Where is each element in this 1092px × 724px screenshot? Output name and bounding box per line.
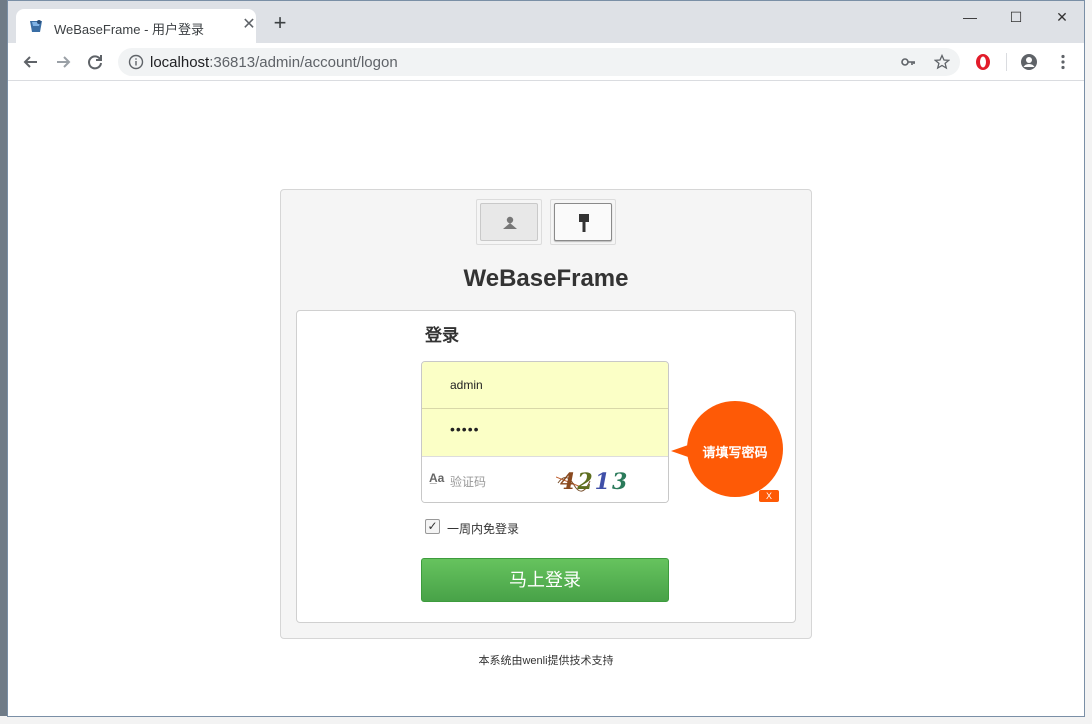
new-tab-button[interactable]: +: [270, 12, 290, 34]
browser-toolbar: localhost:36813/admin/account/logon: [8, 43, 1084, 81]
password-field[interactable]: •••••: [422, 409, 668, 456]
url-text[interactable]: localhost:36813/admin/account/logon: [150, 54, 398, 71]
credential-fields: admin ••••• A̲a 验证码 4213: [421, 361, 669, 503]
minimize-icon[interactable]: —: [960, 7, 980, 27]
reload-icon[interactable]: [84, 51, 106, 73]
username-field[interactable]: admin: [422, 362, 668, 409]
captcha-placeholder: 验证码: [450, 475, 487, 489]
remember-label[interactable]: 一周内免登录: [447, 520, 519, 537]
tab-strip: WeBaseFrame - 用户登录 ✕ + — ☐ ✕: [8, 1, 1084, 43]
password-value: •••••: [450, 421, 480, 437]
login-submit-button[interactable]: 马上登录: [421, 558, 669, 602]
brand-title: WeBaseFrame: [463, 265, 629, 292]
captcha-digit-3: 1: [595, 469, 612, 495]
back-icon[interactable]: [20, 51, 42, 73]
key-login-mode-button[interactable]: [550, 199, 616, 245]
user-icon: [503, 216, 517, 229]
desktop-background: [1084, 0, 1092, 724]
tab-webaseframe[interactable]: WeBaseFrame - 用户登录 ✕: [16, 9, 256, 43]
info-icon[interactable]: [128, 54, 144, 70]
star-icon[interactable]: [934, 54, 950, 70]
forward-icon[interactable]: [52, 51, 74, 73]
captcha-digit-4: 3: [612, 469, 629, 495]
maximize-icon[interactable]: ☐: [1006, 7, 1026, 27]
profile-icon[interactable]: [1020, 53, 1038, 71]
username-value: admin: [450, 378, 483, 392]
form-title: 登录: [425, 326, 459, 345]
captcha-image[interactable]: 4213: [556, 463, 640, 497]
captcha-digit-2: 2: [576, 469, 594, 495]
browser-window: WeBaseFrame - 用户登录 ✕ + — ☐ ✕ localhost:3…: [7, 0, 1085, 717]
captcha-font-icon: A̲a: [429, 471, 445, 485]
captcha-field[interactable]: A̲a 验证码 4213: [422, 456, 668, 502]
favicon-icon: [30, 20, 42, 32]
remember-checkbox[interactable]: ✓: [425, 519, 440, 534]
toolbar-divider: [1006, 53, 1007, 71]
captcha-text: 4213: [560, 469, 629, 495]
usb-key-icon: [579, 214, 589, 232]
page-content: WeBaseFrame 登录 admin ••••• A̲a 验证码 4213 …: [8, 82, 1084, 716]
close-window-icon[interactable]: ✕: [1052, 7, 1072, 27]
login-form: 登录 admin ••••• A̲a 验证码 4213 请填写密码 X ✓ 一周…: [296, 310, 796, 623]
key-icon[interactable]: [900, 54, 916, 70]
tab-close-icon[interactable]: ✕: [240, 16, 258, 34]
login-panel: WeBaseFrame 登录 admin ••••• A̲a 验证码 4213 …: [280, 189, 812, 639]
address-bar[interactable]: localhost:36813/admin/account/logon: [118, 48, 960, 76]
validation-tooltip-text: 请填写密码: [702, 445, 768, 460]
desktop-background-bottom: [0, 716, 1092, 724]
tooltip-close-button[interactable]: X: [759, 490, 779, 502]
tab-title: WeBaseFrame - 用户登录: [54, 22, 205, 37]
captcha-digit-1: 4: [560, 469, 577, 495]
footer-text: 本系统由wenli提供技术支持: [478, 655, 614, 667]
menu-icon[interactable]: [1054, 53, 1072, 71]
user-login-mode-button[interactable]: [476, 199, 542, 245]
opera-icon[interactable]: [974, 53, 992, 71]
